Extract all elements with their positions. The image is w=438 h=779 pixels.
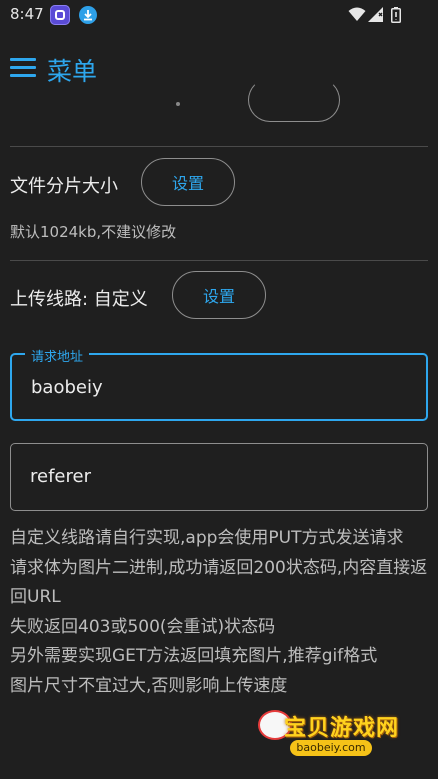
divider bbox=[10, 260, 428, 261]
status-bar: 8:47 bbox=[0, 0, 438, 30]
watermark: 宝贝游戏网 baobeiy.com bbox=[258, 710, 402, 758]
description-line: 自定义线路请自行实现,app会使用PUT方式发送请求 bbox=[10, 528, 404, 548]
wifi-icon bbox=[348, 7, 366, 21]
divider bbox=[10, 146, 428, 147]
clipped-text-fragment bbox=[176, 102, 180, 106]
description-line: 失败返回403或500(会重试)状态码 bbox=[10, 616, 276, 637]
watermark-url: baobeiy.com bbox=[290, 740, 372, 756]
download-notification-icon bbox=[79, 6, 97, 24]
custom-route-description: 自定义线路请自行实现,app会使用PUT方式发送请求 请求体为图片二进制,成功请… bbox=[10, 524, 428, 701]
description-line: 请求体为图片二进制,成功请返回200状态码,内容直接返回URL bbox=[10, 557, 428, 608]
clipped-setting-button[interactable] bbox=[248, 78, 340, 122]
page-title: 菜单 bbox=[47, 57, 98, 86]
upload-route-label: 上传线路: 自定义 bbox=[10, 289, 148, 310]
upload-route-set-button[interactable]: 设置 bbox=[172, 271, 266, 319]
battery-icon bbox=[391, 7, 401, 23]
description-line: 图片尺寸不宜过大,否则影响上传速度 bbox=[10, 675, 288, 696]
app-bar: 菜单 bbox=[0, 40, 438, 96]
referer-field[interactable]: referer bbox=[10, 443, 428, 511]
system-icons bbox=[348, 7, 408, 23]
app-notification-icon bbox=[50, 5, 70, 25]
description-line: 另外需要实现GET方法返回填充图片,推荐gif格式 bbox=[10, 646, 378, 666]
chunk-size-label: 文件分片大小 bbox=[10, 176, 118, 197]
referer-input[interactable]: referer bbox=[30, 466, 91, 487]
chunk-size-hint: 默认1024kb,不建议修改 bbox=[10, 223, 177, 241]
chunk-size-set-button[interactable]: 设置 bbox=[141, 158, 235, 206]
status-time: 8:47 bbox=[10, 5, 44, 23]
request-url-label: 请求地址 bbox=[25, 346, 90, 365]
signal-icon bbox=[368, 7, 383, 22]
menu-icon[interactable] bbox=[10, 58, 36, 78]
watermark-text: 宝贝游戏网 bbox=[284, 716, 400, 741]
request-url-input[interactable]: baobeiy bbox=[31, 377, 103, 398]
request-url-field[interactable]: 请求地址 baobeiy bbox=[10, 346, 428, 421]
